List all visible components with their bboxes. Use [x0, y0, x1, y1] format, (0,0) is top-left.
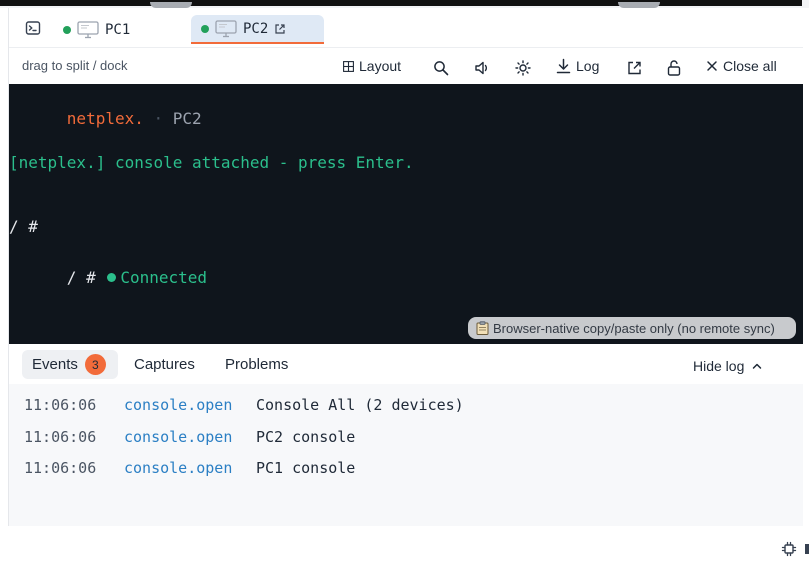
- hide-log-button[interactable]: Hide log: [693, 358, 762, 374]
- log-event[interactable]: console.open: [124, 428, 232, 446]
- prompt-line: / #: [66, 268, 96, 287]
- clipboard-note: Browser-native copy/paste only (no remot…: [468, 317, 796, 339]
- log-time: 11:06:06: [24, 396, 97, 414]
- connected-dot: [107, 273, 117, 282]
- tab-label: Captures: [134, 356, 195, 373]
- monitor-icon: [77, 20, 99, 38]
- chip-icon[interactable]: [781, 541, 797, 557]
- cut-off-control: [805, 544, 809, 554]
- console-toolbar: drag to split / dock Layout Log Close al…: [9, 48, 803, 84]
- tab-events[interactable]: Events 3: [22, 350, 118, 379]
- host-name: PC2: [172, 109, 202, 128]
- events-count-badge: 3: [84, 354, 106, 375]
- tab-label: PC1: [105, 21, 131, 38]
- download-icon: [556, 58, 571, 74]
- hide-log-label: Hide log: [693, 358, 745, 374]
- chevron-up-icon: [753, 363, 762, 369]
- external-link-icon[interactable]: [274, 23, 286, 35]
- log-event[interactable]: console.open: [124, 396, 232, 414]
- tab-label: PC2: [243, 20, 269, 37]
- clipboard-icon: [476, 321, 489, 335]
- search-icon[interactable]: [433, 58, 449, 78]
- log-row: 11:06:06 console.open PC1 console: [9, 459, 803, 479]
- log-row: 11:06:06 console.open PC2 console: [9, 428, 803, 448]
- monitor-icon: [215, 19, 237, 37]
- window-top-strip: [0, 0, 809, 8]
- separator: ·: [153, 109, 164, 128]
- sun-icon[interactable]: [515, 58, 531, 78]
- dock-hint: drag to split / dock: [22, 58, 128, 73]
- log-event[interactable]: console.open: [124, 459, 232, 477]
- close-all-label: Close all: [723, 58, 777, 74]
- tab-label: Problems: [225, 356, 289, 373]
- tab-problems[interactable]: Problems: [215, 350, 298, 379]
- status-dot: [201, 24, 209, 33]
- log-button[interactable]: Log: [556, 56, 599, 76]
- clipboard-note-text: Browser-native copy/paste only (no remot…: [493, 320, 775, 336]
- console-panel: PC1 PC2 drag to split / dock Layout Log …: [8, 8, 803, 526]
- log-time: 11:06:06: [24, 459, 97, 477]
- log-message: PC1 console: [256, 459, 356, 477]
- log-header: Events 3 Captures Problems Hide log: [9, 344, 803, 384]
- tab-captures[interactable]: Captures: [124, 350, 205, 379]
- attach-message: [netplex.] console attached - press Ente…: [9, 153, 414, 172]
- tab-pc1[interactable]: PC1: [53, 15, 173, 44]
- tab-label: Events: [32, 356, 78, 373]
- log-row: 11:06:06 console.open Console All (2 dev…: [9, 396, 803, 416]
- log-label: Log: [576, 58, 600, 74]
- close-icon: [707, 61, 717, 71]
- grid-icon: [343, 60, 354, 72]
- close-all-button[interactable]: Close all: [706, 56, 777, 76]
- event-log-list: 11:06:06 console.open Console All (2 dev…: [9, 384, 803, 526]
- terminal-icon[interactable]: [25, 20, 41, 36]
- connection-status: Connected: [120, 268, 208, 287]
- layout-label: Layout: [359, 58, 402, 74]
- lock-open-icon[interactable]: [666, 58, 682, 78]
- prompt-line: / #: [9, 217, 38, 236]
- volume-icon[interactable]: [474, 58, 490, 78]
- log-message: PC2 console: [256, 428, 356, 446]
- terminal-header: netplex. · PC2: [9, 90, 202, 147]
- status-line: / # Connected: [9, 249, 207, 306]
- console-tab-bar: PC1 PC2: [9, 8, 803, 48]
- top-bar: [0, 0, 802, 6]
- log-message: Console All (2 devices): [256, 396, 464, 414]
- tab-pc2[interactable]: PC2: [191, 15, 324, 44]
- brand-name: netplex.: [66, 109, 144, 128]
- layout-button[interactable]: Layout: [343, 56, 401, 76]
- external-link-icon[interactable]: [627, 58, 642, 78]
- log-time: 11:06:06: [24, 428, 97, 446]
- status-dot: [63, 25, 71, 34]
- terminal-output[interactable]: netplex. · PC2 [netplex.] console attach…: [9, 84, 803, 344]
